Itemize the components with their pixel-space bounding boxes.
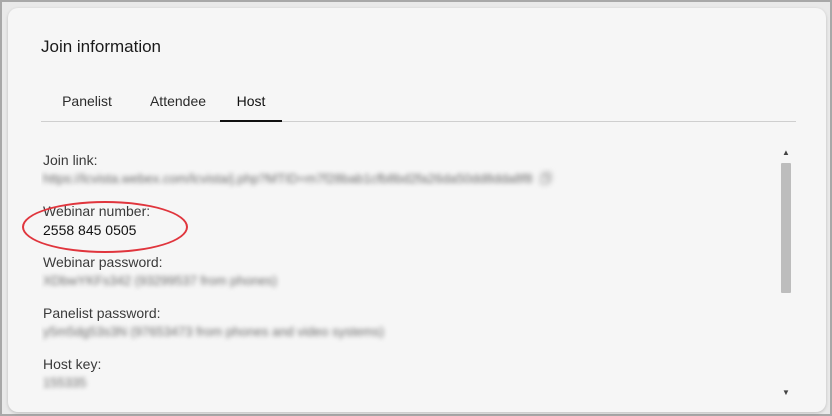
panelist-password-field: Panelist password: y5m5dg53s3N (97653473… — [43, 305, 384, 339]
dialog-title: Join information — [41, 37, 162, 56]
scroll-up-arrow-icon[interactable]: ▲ — [778, 146, 794, 160]
join-info-content: Join link: https://lcvista.webex.com/lcv… — [41, 141, 776, 401]
screenshot-frame: Join information Panelist Attendee Host … — [0, 0, 832, 416]
tab-host[interactable]: Host — [220, 82, 282, 122]
tab-attendee[interactable]: Attendee — [139, 82, 217, 122]
scrollbar-thumb[interactable] — [781, 163, 791, 293]
copy-icon[interactable] — [540, 172, 552, 187]
host-key-value: 155335 — [43, 375, 87, 390]
webinar-password-value: XDbwYKFs342 (93299537 from phones) — [43, 273, 278, 288]
host-key-label: Host key: — [43, 356, 102, 372]
host-key-field: Host key: 155335 — [43, 356, 101, 390]
join-link-field: Join link: https://lcvista.webex.com/lcv… — [43, 152, 552, 187]
join-information-dialog: Join information Panelist Attendee Host … — [8, 8, 826, 412]
tab-panelist[interactable]: Panelist — [52, 82, 122, 122]
panelist-password-value: y5m5dg53s3N (97653473 from phones and vi… — [43, 324, 385, 339]
content-scrollbar[interactable]: ▲ ▼ — [778, 146, 794, 400]
scroll-down-arrow-icon[interactable]: ▼ — [778, 386, 794, 400]
webinar-number-field: Webinar number: 2558 845 0505 — [43, 203, 150, 238]
webinar-number-value: 2558 845 0505 — [43, 222, 137, 238]
join-link-url[interactable]: https://lcvista.webex.com/lcvista/j.php?… — [43, 171, 533, 186]
join-link-label: Join link: — [43, 152, 98, 168]
webinar-password-field: Webinar password: XDbwYKFs342 (93299537 … — [43, 254, 277, 288]
panelist-password-label: Panelist password: — [43, 305, 161, 321]
webinar-password-label: Webinar password: — [43, 254, 163, 270]
webinar-number-label: Webinar number: — [43, 203, 151, 219]
tab-bar: Panelist Attendee Host — [41, 82, 796, 122]
join-link-value[interactable]: https://lcvista.webex.com/lcvista/j.php?… — [43, 171, 552, 187]
